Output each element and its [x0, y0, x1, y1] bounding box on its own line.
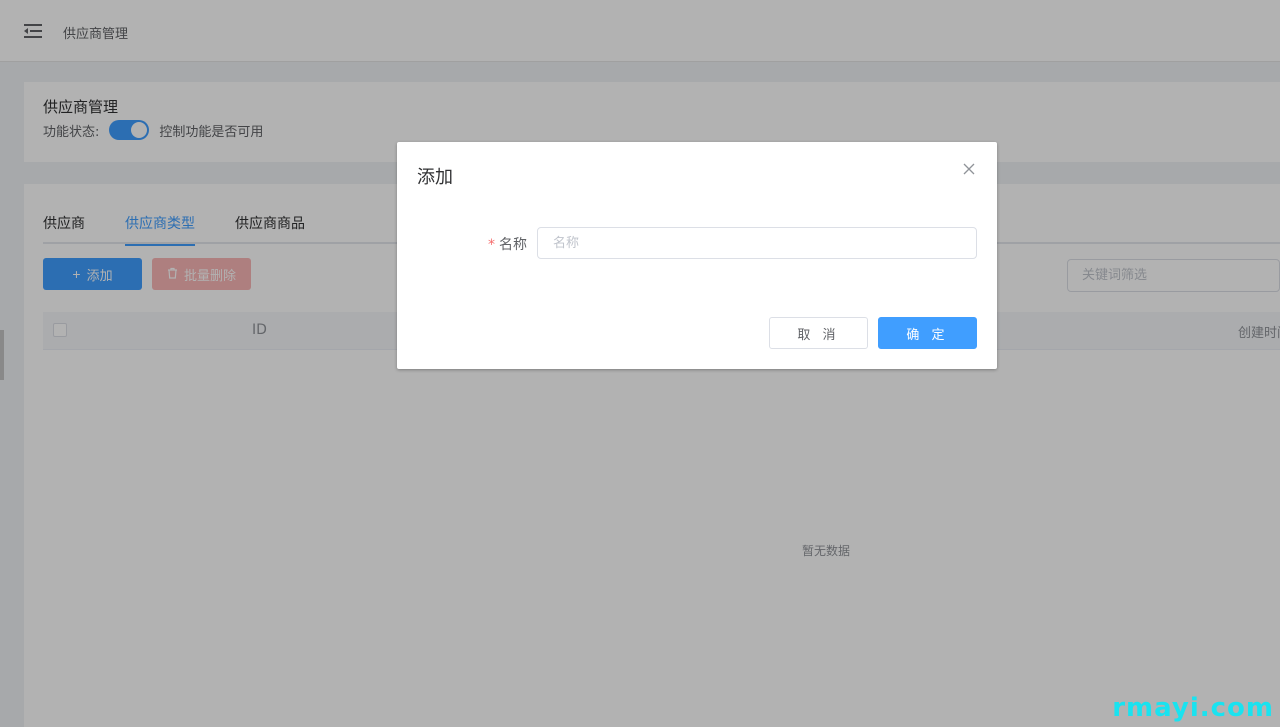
- name-input[interactable]: [537, 227, 977, 259]
- watermark: rmayi.com: [1112, 693, 1274, 723]
- dialog-title: 添加: [417, 167, 453, 188]
- cancel-button[interactable]: 取 消: [769, 317, 868, 349]
- name-field-label: * 名称: [488, 234, 527, 254]
- close-icon[interactable]: [961, 161, 977, 177]
- required-mark: *: [488, 237, 495, 253]
- name-label-text: 名称: [499, 237, 527, 253]
- confirm-button[interactable]: 确 定: [878, 317, 977, 349]
- name-form-row: * 名称: [397, 227, 997, 259]
- add-dialog: 添加 *名称 取 消 确 定: [397, 142, 997, 369]
